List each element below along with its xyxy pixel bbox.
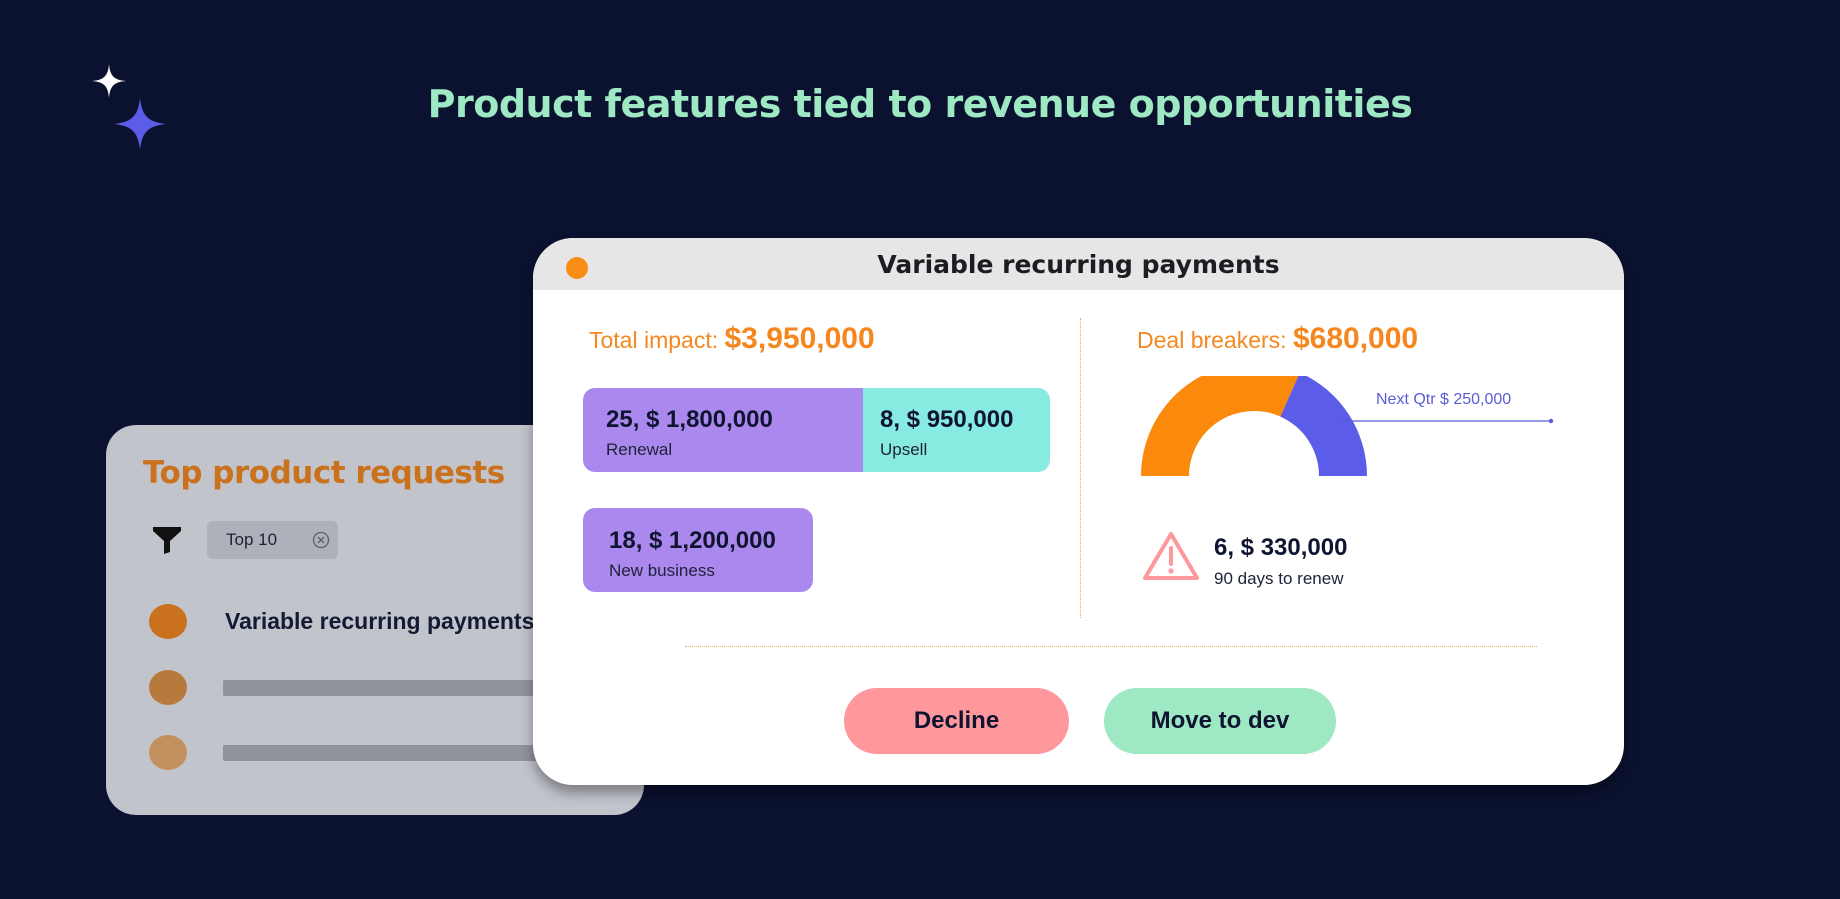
page-headline: Product features tied to revenue opportu… [427,82,1413,126]
new-business-label: New business [609,561,715,580]
renewal-risk-value: 6, $ 330,000 [1214,534,1348,561]
deal-breakers: Deal breakers: $680,000 [1137,322,1418,356]
request-placeholder-bar [223,680,543,696]
top-requests-title: Top product requests [143,455,505,491]
new-business-segment[interactable]: 18, $ 1,200,000 New business [583,508,813,592]
total-impact-label: Total impact: [589,327,719,353]
total-impact: Total impact: $3,950,000 [589,322,875,356]
section-divider [685,646,1537,647]
renewal-risk-label: 90 days to renew [1214,569,1344,588]
next-qtr-label: Next Qtr $ 250,000 [1376,391,1512,408]
card-title: Variable recurring payments [877,250,1280,279]
feature-detail-card: Variable recurring payments Total impact… [533,238,1624,785]
new-business-value: 18, $ 1,200,000 [609,527,776,554]
request-dot-1 [149,604,187,639]
card-header: Variable recurring payments [533,238,1624,290]
request-placeholder-bar [223,745,543,761]
move-to-dev-button[interactable]: Move to dev [1104,688,1336,754]
upsell-segment[interactable]: 8, $ 950,000 Upsell [863,388,1050,472]
request-item-label[interactable]: Variable recurring payments [225,608,534,635]
request-dot-3 [149,735,187,770]
clear-filter-icon[interactable] [312,531,330,549]
decline-button[interactable]: Decline [844,688,1069,754]
column-divider [1080,318,1081,618]
deal-breakers-label: Deal breakers: [1137,327,1287,353]
filter-chip[interactable]: Top 10 [207,521,338,559]
upsell-label: Upsell [880,440,928,459]
gauge-next-qtr-segment [1280,376,1367,476]
total-impact-value: $3,950,000 [724,322,875,355]
request-dot-2 [149,670,187,705]
gauge-current-segment [1141,376,1299,476]
renewal-label: Renewal [606,440,673,459]
renewal-value: 25, $ 1,800,000 [606,406,773,433]
filter-icon[interactable] [152,525,182,555]
filter-chip-label: Top 10 [226,530,278,549]
warning-icon [1143,532,1199,580]
renewal-segment[interactable]: 25, $ 1,800,000 Renewal [583,388,883,472]
deal-breakers-gauge [1141,376,1367,476]
next-qtr-connector [1339,418,1554,424]
deal-breakers-value: $680,000 [1292,322,1419,355]
upsell-value: 8, $ 950,000 [880,406,1014,433]
